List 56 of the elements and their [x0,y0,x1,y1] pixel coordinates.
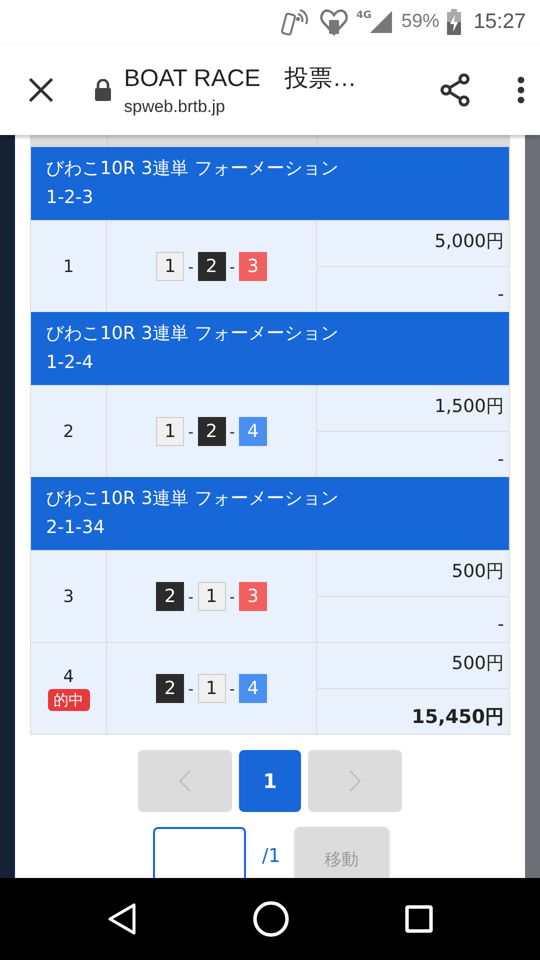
stake-amount: 1,500円 [433,395,505,419]
page-input-field[interactable] [153,827,246,878]
hit-badge: 的中 [48,688,90,710]
stake-amount: 500円 [450,560,505,584]
bet-title: びわこ10R 3連単 フォーメーション [46,322,340,346]
dash: - [230,258,235,276]
recents-icon[interactable] [404,905,433,933]
bet-combination: 2-1-34 [46,516,106,540]
chevron-left-icon [179,770,191,792]
row-number: 4 [63,666,74,686]
boat-number: 2 [198,417,226,446]
bet-title: びわこ10R 3連単 フォーメーション [46,487,340,511]
boat-number: 4 [238,674,267,703]
page-total: /1 [262,845,280,867]
signal-icon [369,10,394,34]
battery-percent: 59% [401,11,440,33]
boat-number: 1 [198,582,226,611]
dash: - [188,588,194,606]
more-menu-icon[interactable] [517,76,525,104]
boat-number: 1 [156,252,184,281]
chevron-right-icon [349,770,361,792]
bet-combination: 1-2-3 [46,186,94,210]
row-number: 2 [63,422,74,442]
dash: - [188,422,194,440]
row-number: 3 [63,586,74,606]
dash: - [188,258,194,276]
stake-amount: 5,000円 [433,230,505,254]
bet-title: びわこ10R 3連単 フォーメーション [46,157,340,181]
clock: 15:27 [473,10,526,34]
home-icon[interactable] [252,900,290,938]
back-icon[interactable] [107,903,138,935]
page-number-button[interactable]: 1 [239,750,301,812]
row-number: 1 [63,256,74,276]
dash: - [230,680,235,698]
share-icon[interactable] [439,72,471,106]
lock-icon [94,78,112,100]
payout-amount: - [317,596,509,642]
payout-amount: 15,450円 [317,688,509,734]
boat-number: 3 [238,582,267,611]
dash: - [230,588,235,606]
dash: - [188,680,194,698]
boat-number: 2 [156,674,184,703]
boat-number: 3 [238,252,267,281]
stake-amount: 500円 [450,652,505,676]
boat-number: 1 [156,417,184,446]
battery-charging-icon [447,9,462,35]
page-url: spweb.brtb.jp [124,97,226,117]
dash: - [230,422,235,440]
page-title: BOAT RACE 投票… [124,64,358,94]
boat-number: 4 [238,417,267,446]
network-type: 4G [356,10,372,21]
boat-number: 2 [198,252,226,281]
bet-combination: 1-2-4 [46,351,94,375]
boat-number: 2 [156,582,184,611]
boat-number: 1 [198,674,226,703]
close-icon[interactable] [28,76,54,102]
